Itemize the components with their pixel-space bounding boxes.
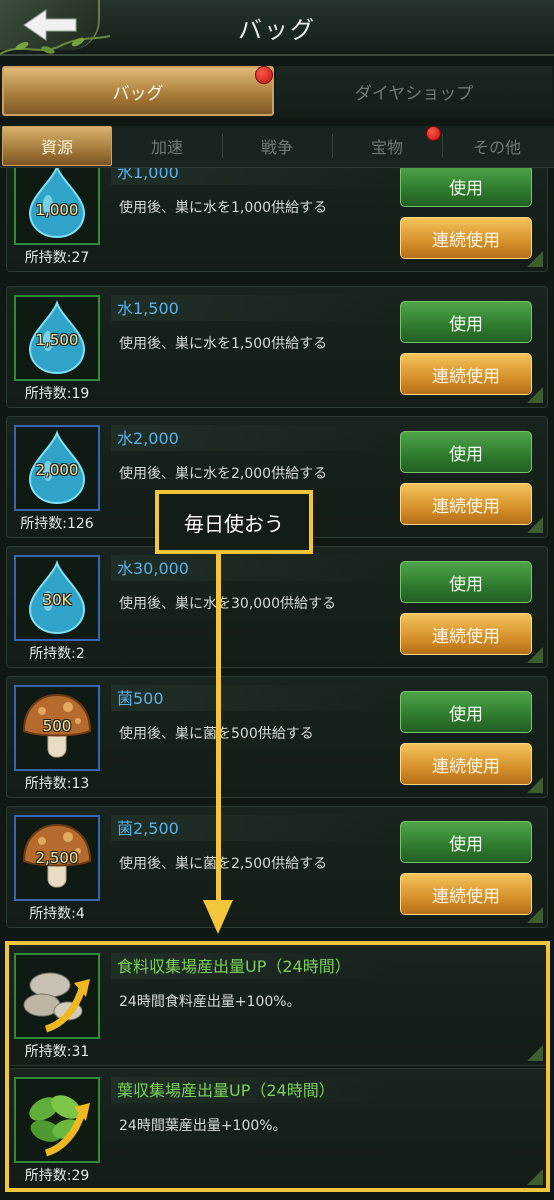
owned-count: 所持数:19 [24, 386, 90, 402]
continuous-use-button-label: 連続使用 [432, 230, 500, 251]
annotation-arrow-head-icon [203, 900, 233, 934]
item-icon-frame: 30K [14, 555, 100, 641]
use-button[interactable]: 使用 [400, 821, 532, 863]
list-item: 30K 所持数:2 水30,000 使用後、巣に水を30,000供給する 使用 … [6, 546, 548, 668]
corner-leaf-icon [527, 907, 543, 923]
item-description: 使用後、巣に水を1,500供給する [119, 336, 328, 352]
item-name: 水30,000 [117, 559, 189, 578]
continuous-use-button[interactable]: 連続使用 [400, 613, 532, 655]
annotation-arrow-line [216, 554, 221, 904]
owned-count: 所持数:27 [24, 250, 90, 266]
owned-count: 所持数:126 [20, 516, 94, 532]
item-icon-frame: 500 [14, 685, 100, 771]
icon-quantity-label: 500 [42, 717, 72, 735]
corner-leaf-icon [527, 777, 543, 793]
use-button[interactable]: 使用 [400, 561, 532, 603]
list-item: 500 所持数:13 菌500 使用後、巣に菌を500供給する 使用 連続使用 [6, 676, 548, 798]
header-bar: バッグ [0, 0, 554, 56]
use-button-label: 使用 [449, 834, 483, 855]
continuous-use-button-label: 連続使用 [432, 366, 500, 387]
item-description: 使用後、巣に水を2,000供給する [119, 466, 328, 482]
continuous-use-button-label: 連続使用 [432, 626, 500, 647]
icon-quantity-label: 30K [42, 591, 72, 609]
tab-bag-label: バッグ [112, 83, 164, 104]
item-name: 菌2,500 [117, 819, 179, 838]
use-button-label: 使用 [449, 704, 483, 725]
use-button[interactable]: 使用 [400, 301, 532, 343]
annotation-callout: 毎日使おう [155, 490, 313, 554]
page-title: バッグ [238, 16, 316, 44]
item-icon-frame: 2,000 [14, 425, 100, 511]
tab-bag[interactable]: バッグ [2, 66, 274, 116]
use-button[interactable]: 使用 [400, 691, 532, 733]
item-icon-frame: 1,500 [14, 295, 100, 381]
notification-badge-icon [255, 66, 273, 84]
continuous-use-button-label: 連続使用 [432, 886, 500, 907]
owned-count: 所持数:13 [24, 776, 90, 792]
item-name: 水1,500 [117, 299, 179, 318]
main-tab-bar: バッグ ダイヤショップ [0, 66, 554, 118]
continuous-use-button[interactable]: 連続使用 [400, 743, 532, 785]
subtab-treasure-label: 宝物 [370, 138, 403, 157]
item-description: 使用後、巣に水を1,000供給する [119, 200, 328, 216]
continuous-use-button[interactable]: 連続使用 [400, 873, 532, 915]
use-button[interactable]: 使用 [400, 431, 532, 473]
continuous-use-button-label: 連続使用 [432, 756, 500, 777]
list-item: 1,500 所持数:19 水1,500 使用後、巣に水を1,500供給する 使用… [6, 286, 548, 408]
subtab-other-label: その他 [472, 138, 521, 157]
item-name: 菌500 [117, 689, 164, 708]
subtab-speedup-label: 加速 [150, 138, 183, 157]
annotation-callout-text: 毎日使おう [184, 511, 284, 536]
continuous-use-button[interactable]: 連続使用 [400, 217, 532, 259]
corner-leaf-icon [527, 647, 543, 663]
subtab-resources-label: 資源 [40, 138, 73, 157]
item-name: 水1,000 [117, 168, 179, 182]
use-button[interactable]: 使用 [400, 168, 532, 207]
corner-leaf-icon [527, 517, 543, 533]
item-icon-frame: 2,500 [14, 815, 100, 901]
notification-badge-icon [426, 126, 441, 141]
list-item: 1,000 所持数:27 水1,000 使用後、巣に水を1,000供給する 使用… [6, 168, 548, 272]
subtab-other[interactable]: その他 [442, 126, 552, 166]
owned-count: 所持数:2 [29, 646, 85, 662]
subtab-resources[interactable]: 資源 [2, 126, 112, 166]
continuous-use-button-label: 連続使用 [432, 496, 500, 517]
use-button-label: 使用 [449, 178, 483, 199]
corner-leaf-icon [527, 387, 543, 403]
tab-diamond-shop-label: ダイヤショップ [354, 83, 474, 104]
use-button-label: 使用 [449, 444, 483, 465]
continuous-use-button[interactable]: 連続使用 [400, 353, 532, 395]
icon-quantity-label: 1,500 [35, 331, 79, 349]
icon-quantity-label: 1,000 [35, 201, 79, 219]
icon-quantity-label: 2,000 [35, 461, 79, 479]
bag-screen: バッグ バッグ ダイヤショップ 資源 加速 戦争 宝物 その他 1,000 所持… [0, 0, 554, 1200]
item-description: 使用後、巣に水を30,000供給する [119, 596, 336, 612]
subtab-war-label: 戦争 [260, 138, 293, 157]
continuous-use-button[interactable]: 連続使用 [400, 483, 532, 525]
annotation-highlight-box [5, 941, 550, 1192]
item-name: 水2,000 [117, 429, 179, 448]
subtab-speedup[interactable]: 加速 [112, 126, 222, 166]
owned-count: 所持数:4 [29, 906, 85, 922]
use-button-label: 使用 [449, 574, 483, 595]
item-icon-frame: 1,000 [14, 168, 100, 245]
corner-leaf-icon [527, 251, 543, 267]
subtab-war[interactable]: 戦争 [222, 126, 332, 166]
tab-diamond-shop[interactable]: ダイヤショップ [276, 66, 552, 116]
icon-quantity-label: 2,500 [35, 849, 79, 867]
list-item: 2,500 所持数:4 菌2,500 使用後、巣に菌を2,500供給する 使用 … [6, 806, 548, 928]
use-button-label: 使用 [449, 314, 483, 335]
sub-tab-bar: 資源 加速 戦争 宝物 その他 [0, 126, 554, 168]
item-description: 使用後、巣に菌を2,500供給する [119, 856, 328, 872]
